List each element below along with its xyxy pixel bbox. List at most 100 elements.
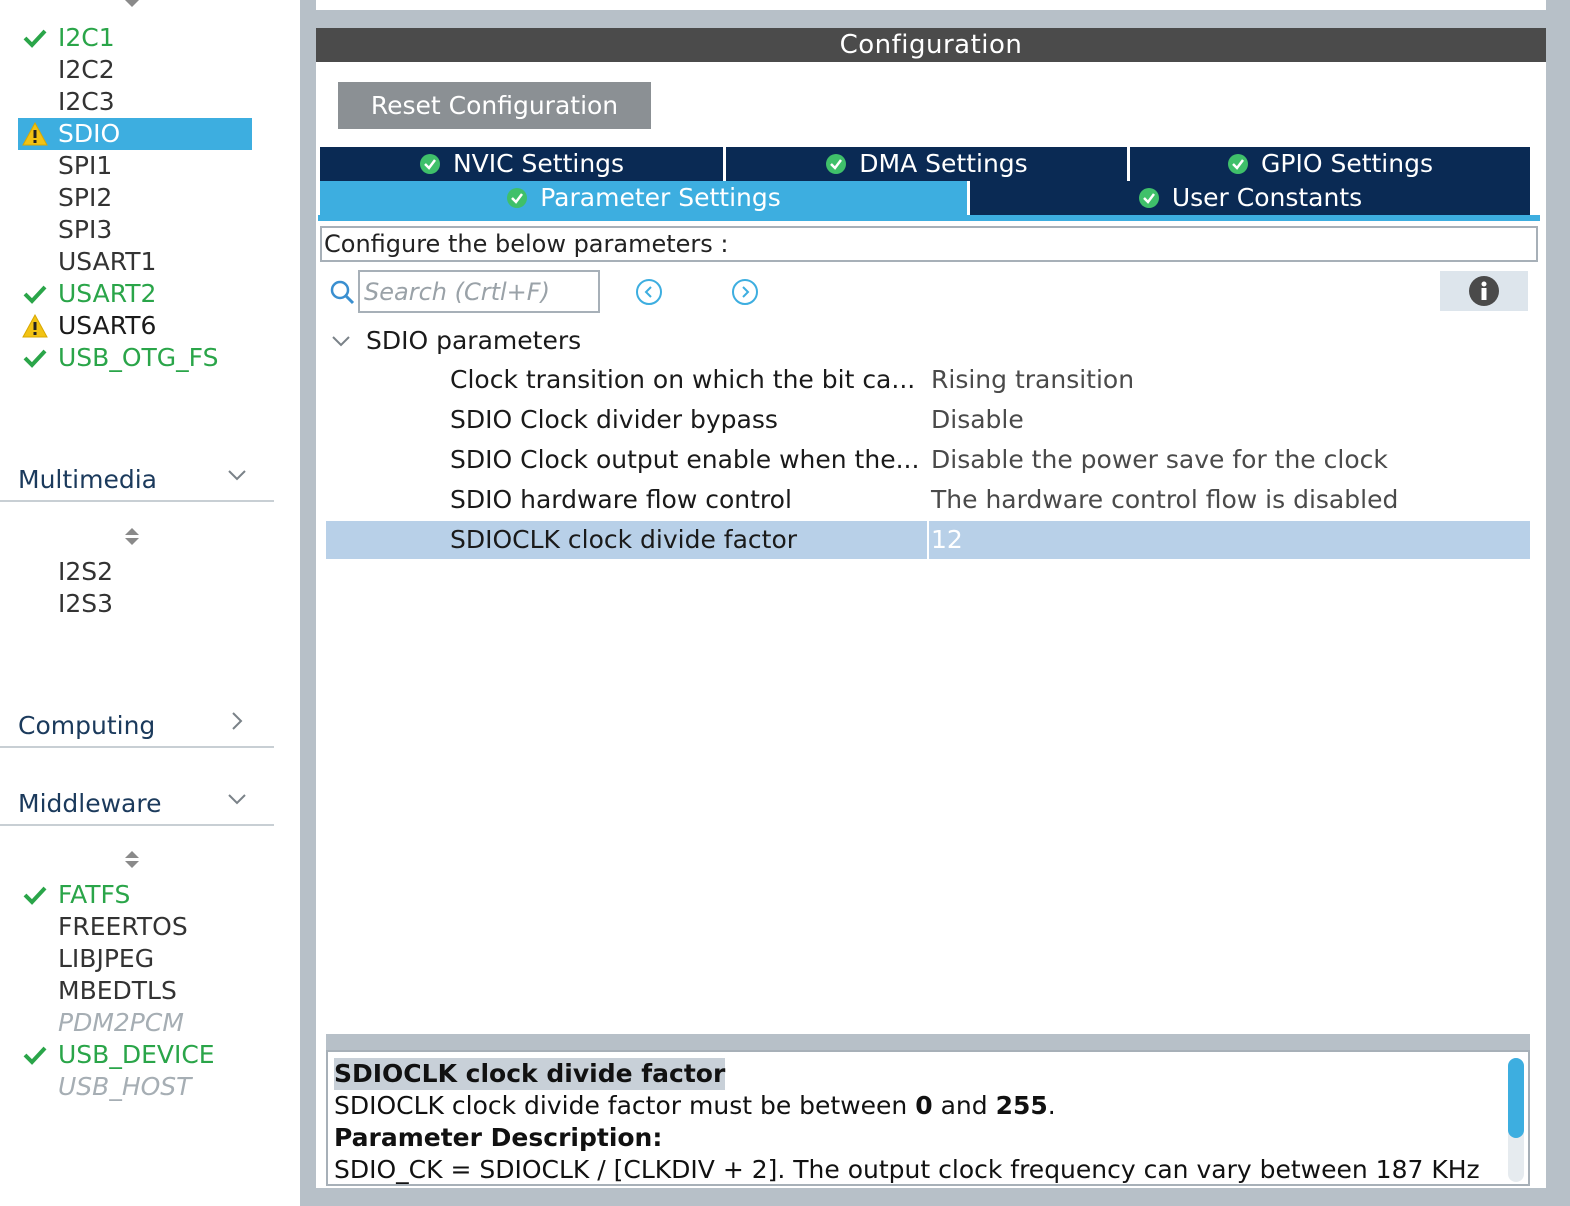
scroll-arrows-icon[interactable] [122, 526, 142, 550]
param-description-text: SDIO_CK = SDIOCLK / [CLKDIV + 2]. The ou… [334, 1155, 1480, 1184]
description-panel: SDIOCLK clock divide factor SDIOCLK cloc… [326, 1050, 1530, 1186]
tab-label: User Constants [1171, 183, 1363, 212]
sidebar-item-label: I2C1 [58, 23, 115, 52]
check-circle-icon [1228, 154, 1248, 174]
category-label: Middleware [18, 789, 162, 818]
scroll-arrows-icon[interactable] [122, 0, 142, 12]
sidebar-item-usart1[interactable]: USART1 [18, 246, 156, 278]
chevron-down-icon [228, 470, 246, 481]
peripheral-sidebar: I2C1 I2C2 I2C3 SDIO SPI1 SPI2 SPI3 USART1 USART2… [0, 0, 300, 1206]
sidebar-item-label: PDM2PCM [58, 1008, 184, 1037]
sidebar-item-label: USART6 [58, 311, 157, 340]
description-splitter[interactable] [326, 1034, 1530, 1050]
previous-icon[interactable] [635, 278, 663, 306]
sidebar-item-usb_host: USB_HOST [18, 1071, 191, 1103]
configure-instructions: Configure the below parameters : [320, 226, 1538, 262]
sidebar-item-i2s2[interactable]: I2S2 [18, 556, 113, 588]
param-description-heading: Parameter Description: [334, 1123, 663, 1152]
active-tab-underline [318, 215, 1540, 221]
sidebar-item-usart6[interactable]: USART6 [18, 310, 156, 342]
description-scrollbar[interactable] [1508, 1058, 1524, 1182]
sidebar-item-label: USART2 [58, 279, 157, 308]
tab-parameter-settings[interactable]: Parameter Settings [320, 181, 967, 215]
parameter-value-input[interactable]: 12 [931, 521, 963, 559]
category-middleware[interactable]: Middleware [0, 778, 274, 826]
parameter-value[interactable]: Disable the power save for the clock [931, 441, 1388, 479]
search-input[interactable] [358, 270, 600, 313]
warning-icon [22, 313, 48, 338]
info-button[interactable] [1440, 271, 1528, 311]
configuration-title: Configuration [316, 28, 1546, 62]
sidebar-item-freertos[interactable]: FREERTOS [18, 911, 188, 943]
chevron-down-icon [228, 794, 246, 805]
parameter-value[interactable]: The hardware control flow is disabled [931, 481, 1398, 519]
sidebar-splitter[interactable] [300, 0, 316, 1206]
tab-label: Parameter Settings [540, 183, 781, 212]
range-min: 0 [915, 1091, 933, 1120]
sidebar-item-label: LIBJPEG [58, 944, 155, 973]
check-circle-icon [507, 188, 528, 208]
sidebar-item-usart2[interactable]: USART2 [18, 278, 156, 310]
sidebar-item-spi1[interactable]: SPI1 [18, 150, 112, 182]
top-strip [316, 10, 1546, 28]
parameter-row[interactable]: SDIO Clock divider bypass Disable [326, 401, 1530, 439]
sidebar-item-pdm2pcm: PDM2PCM [18, 1007, 184, 1039]
sidebar-item-libjpeg[interactable]: LIBJPEG [18, 943, 154, 975]
sidebar-item-spi3[interactable]: SPI3 [18, 214, 112, 246]
check-icon [22, 883, 48, 907]
parameter-row[interactable]: Clock transition on which the bit ca... … [326, 361, 1530, 399]
sidebar-item-spi2[interactable]: SPI2 [18, 182, 112, 214]
sidebar-item-label: SDIO [58, 119, 121, 148]
range-mid: and [932, 1091, 996, 1120]
category-computing[interactable]: Computing [0, 700, 274, 748]
check-icon [22, 346, 48, 370]
sidebar-item-usb_otg_fs[interactable]: USB_OTG_FS [18, 342, 218, 374]
sidebar-item-label: USART1 [58, 247, 157, 276]
right-edge [1546, 0, 1570, 1206]
sidebar-item-i2c1[interactable]: I2C1 [18, 22, 115, 54]
value-divider [927, 521, 929, 559]
sidebar-item-label: USB_HOST [58, 1072, 192, 1101]
reset-configuration-button[interactable]: Reset Configuration [338, 82, 651, 129]
sidebar-item-label: MBEDTLS [58, 976, 177, 1005]
tab-label: GPIO Settings [1261, 149, 1433, 178]
parameter-name: SDIO hardware flow control [450, 485, 792, 514]
sidebar-item-mbedtls[interactable]: MBEDTLS [18, 975, 177, 1007]
sidebar-item-usb_device[interactable]: USB_DEVICE [18, 1039, 215, 1071]
tab-label: NVIC Settings [452, 149, 625, 178]
category-multimedia[interactable]: Multimedia [0, 454, 274, 502]
category-label: Computing [18, 711, 156, 740]
check-circle-icon [826, 154, 847, 174]
tab-user-constants[interactable]: User Constants [970, 181, 1530, 215]
description-scrollbar-thumb[interactable] [1508, 1058, 1524, 1138]
description-range: SDIOCLK clock divide factor must be betw… [334, 1090, 1504, 1122]
check-icon [22, 282, 48, 306]
sidebar-item-label: I2S3 [58, 589, 114, 618]
sidebar-item-fatfs[interactable]: FATFS [18, 879, 130, 911]
parameter-value[interactable]: Rising transition [931, 361, 1134, 399]
parameter-row[interactable]: SDIO hardware flow control The hardware … [326, 481, 1530, 519]
sidebar-item-label: SPI2 [58, 183, 113, 212]
parameter-row[interactable]: SDIO Clock output enable when the... Dis… [326, 441, 1530, 479]
chevron-right-icon [232, 712, 243, 730]
sidebar-item-i2c2[interactable]: I2C2 [18, 54, 115, 86]
sidebar-item-sdio[interactable]: SDIO [18, 118, 252, 150]
sidebar-item-i2c3[interactable]: I2C3 [18, 86, 115, 118]
tab-gpio-settings[interactable]: GPIO Settings [1130, 147, 1530, 181]
scroll-arrows-icon[interactable] [122, 849, 142, 873]
bottom-strip [316, 1188, 1546, 1206]
sidebar-item-label: I2S2 [58, 557, 114, 586]
chevron-down-icon[interactable] [330, 330, 352, 352]
parameter-value[interactable]: Disable [931, 401, 1024, 439]
parameter-row-selected[interactable]: SDIOCLK clock divide factor 12 [326, 521, 1530, 559]
category-label: Multimedia [18, 465, 157, 494]
sidebar-item-i2s3[interactable]: I2S3 [18, 588, 113, 620]
description-content: SDIOCLK clock divide factor SDIOCLK cloc… [334, 1058, 1504, 1184]
parameter-name: Clock transition on which the bit ca... [450, 365, 916, 394]
tab-dma-settings[interactable]: DMA Settings [726, 147, 1127, 181]
range-prefix: SDIOCLK clock divide factor must be betw… [334, 1091, 916, 1120]
next-icon[interactable] [731, 278, 759, 306]
sidebar-item-label: I2C2 [58, 55, 115, 84]
tab-nvic-settings[interactable]: NVIC Settings [320, 147, 723, 181]
range-max: 255 [995, 1091, 1048, 1120]
